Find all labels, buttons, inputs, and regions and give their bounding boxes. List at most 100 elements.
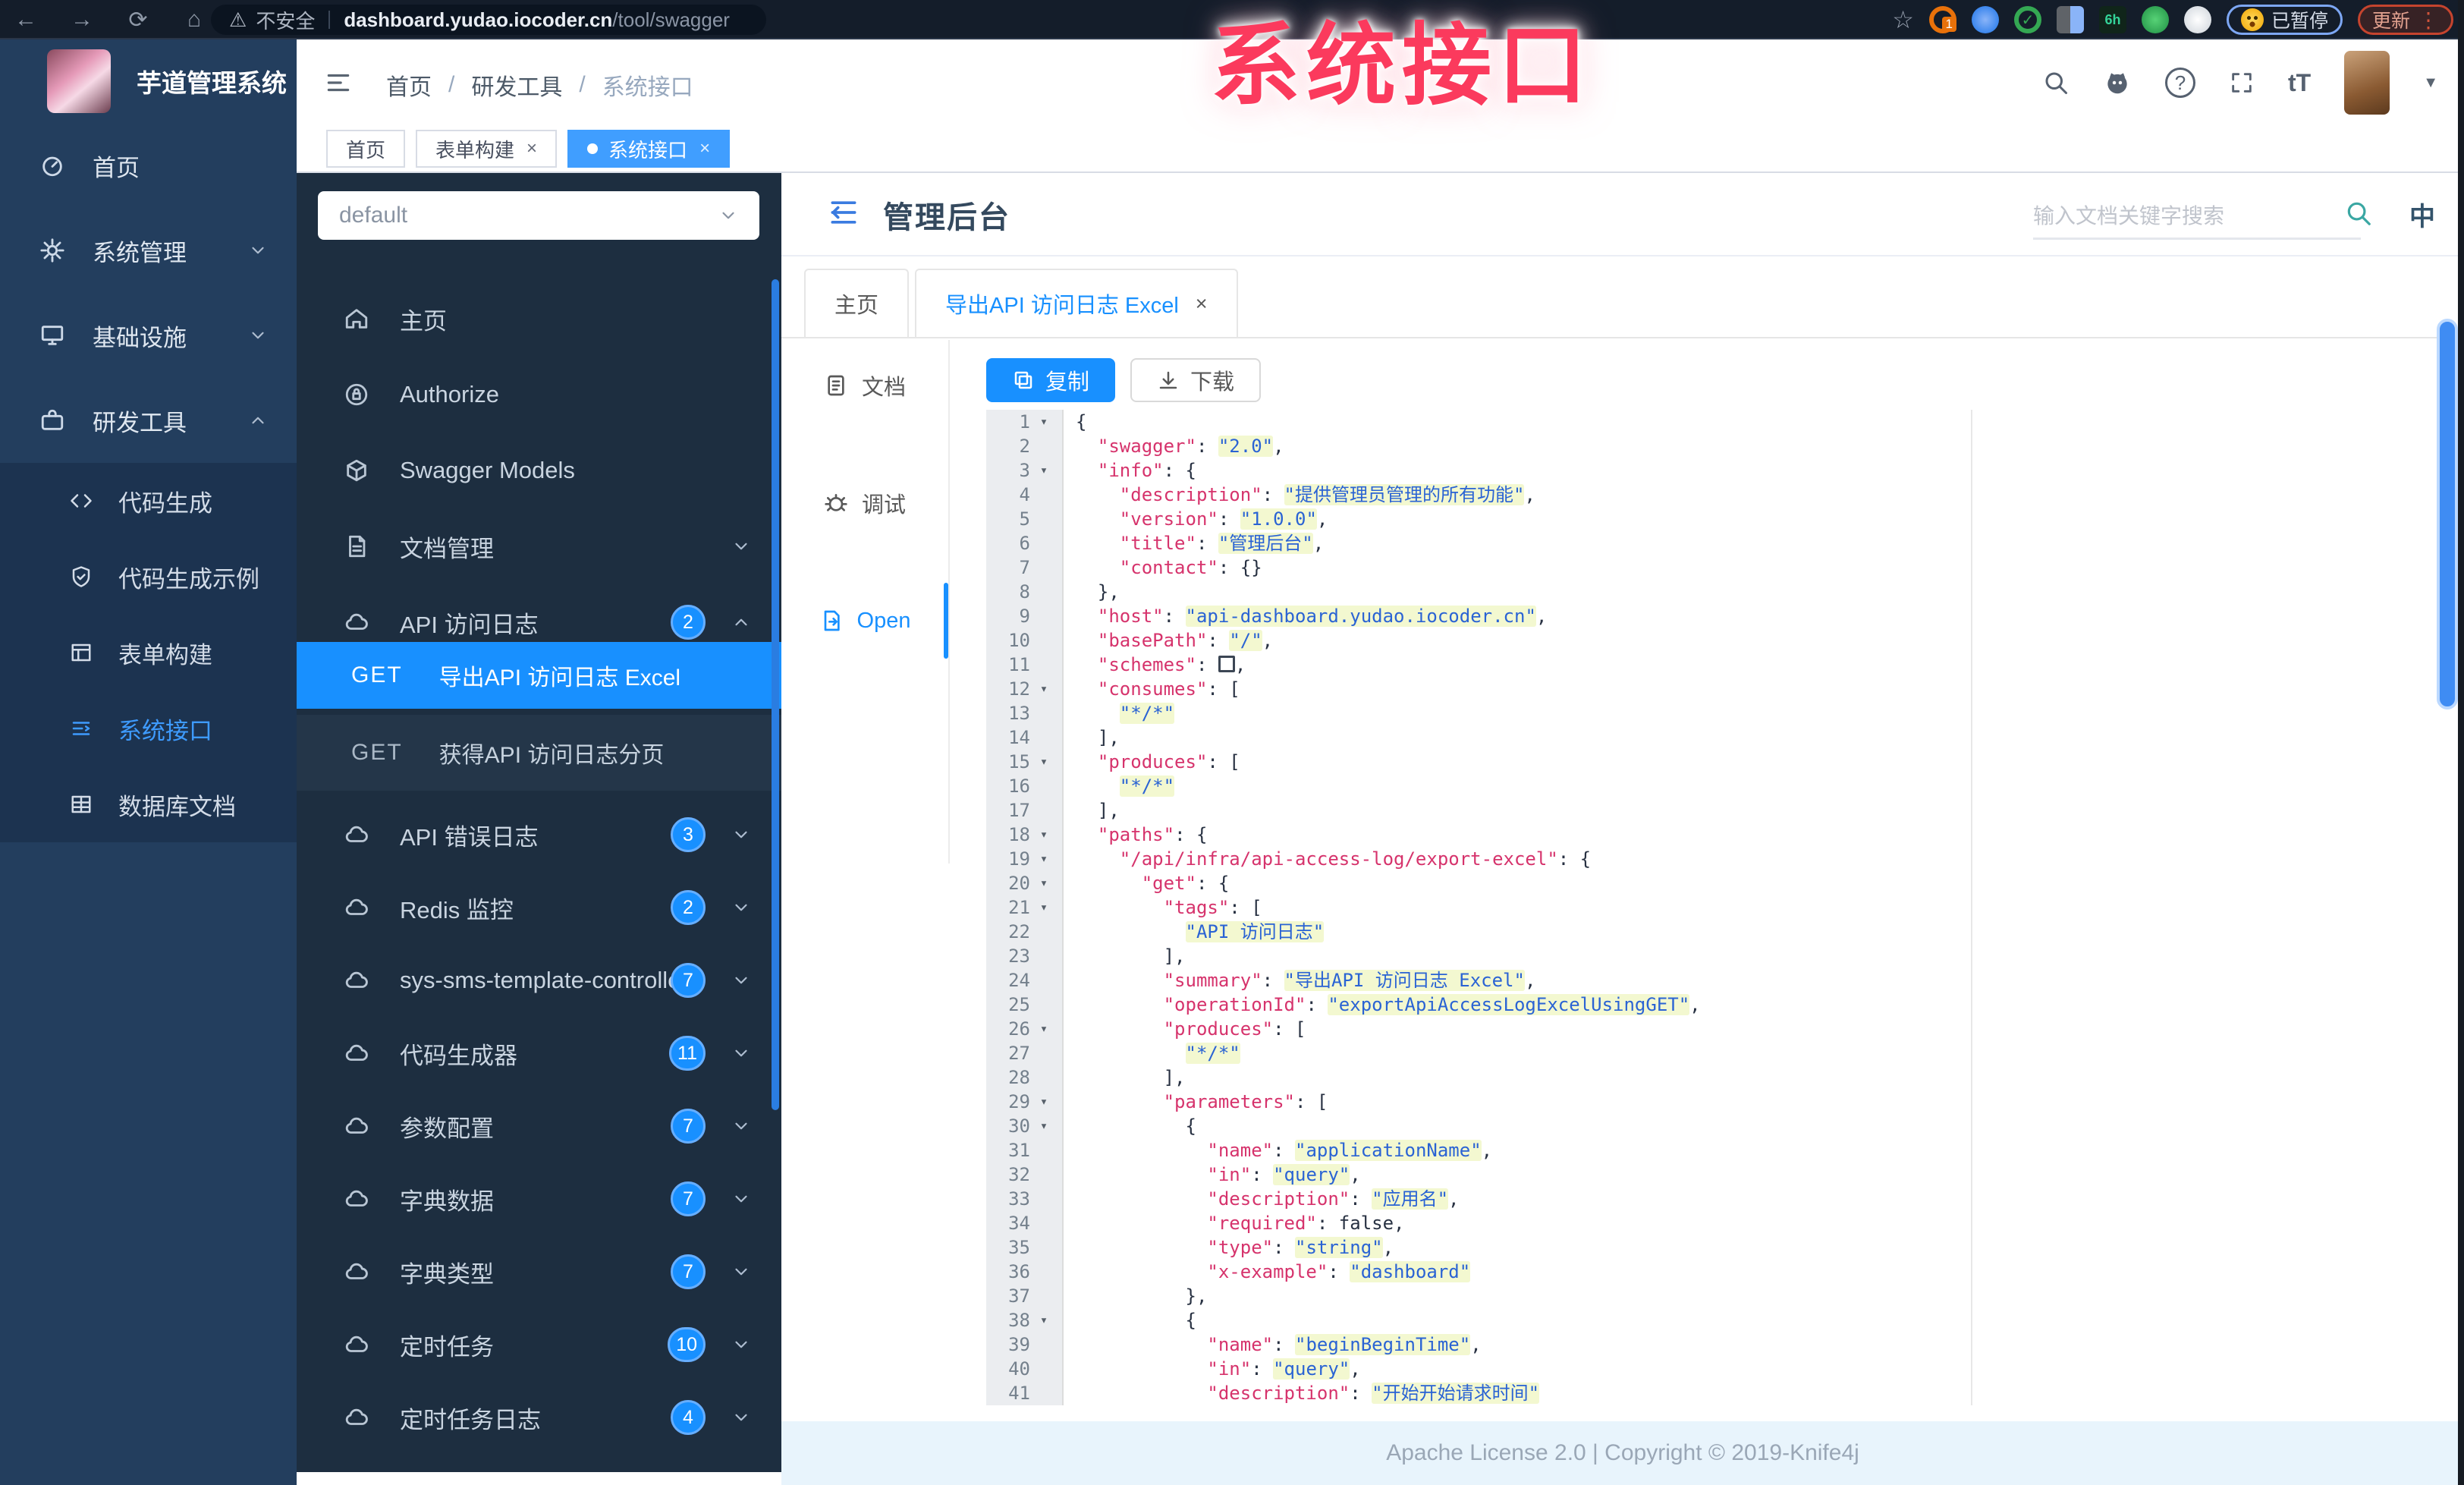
- fold-icon[interactable]: ▾: [1030, 463, 1058, 478]
- bookmark-star-icon[interactable]: ☆: [1892, 5, 1914, 34]
- close-icon[interactable]: ×: [526, 138, 537, 159]
- sidebar-item-label: 系统管理: [93, 239, 187, 266]
- doc-title-icon[interactable]: [827, 196, 860, 229]
- search-icon[interactable]: [2042, 69, 2070, 96]
- ext-grid-icon[interactable]: [2056, 6, 2084, 33]
- fold-icon[interactable]: ▾: [1030, 900, 1058, 915]
- sidebar-subitem-4[interactable]: 数据库文档: [0, 766, 297, 842]
- sidebar-subitem-3[interactable]: 系统接口: [0, 691, 297, 766]
- user-avatar[interactable]: [2344, 51, 2390, 115]
- group-select[interactable]: default: [318, 191, 759, 240]
- sidebar-scrollbar[interactable]: [772, 279, 779, 1110]
- gutter-line: 29 ▾: [986, 1090, 1062, 1114]
- fold-icon[interactable]: ▾: [1030, 827, 1058, 842]
- view-tab-0[interactable]: 首页: [326, 130, 406, 168]
- gutter-line: 39: [986, 1332, 1062, 1357]
- update-pill[interactable]: 更新 ⋮: [2357, 5, 2453, 35]
- operation-item-1[interactable]: GET 获得API 访问日志分页: [297, 715, 781, 791]
- copy-button[interactable]: 复制: [986, 358, 1115, 402]
- doc-tab-1[interactable]: 导出API 访问日志 Excel ×: [915, 269, 1238, 337]
- fold-icon[interactable]: ▾: [1030, 414, 1058, 429]
- menu-dots-icon[interactable]: ⋮: [2418, 8, 2439, 33]
- dashboard-icon: [35, 153, 70, 178]
- line-number: 3: [1019, 460, 1030, 481]
- font-size-icon[interactable]: tT: [2288, 69, 2311, 97]
- close-icon[interactable]: ×: [1196, 292, 1208, 316]
- github-icon[interactable]: [2103, 68, 2132, 97]
- help-icon[interactable]: ?: [2165, 68, 2195, 98]
- swagger-group-7[interactable]: 定时任务 10: [297, 1308, 781, 1381]
- code-token: : [: [1207, 751, 1240, 772]
- doc-tab-0[interactable]: 主页: [804, 269, 910, 337]
- fold-icon[interactable]: ▾: [1030, 851, 1058, 867]
- cloud-icon: [339, 1259, 374, 1285]
- swagger-group-9[interactable]: 岗位6: [297, 1454, 781, 1472]
- doc-nav-open[interactable]: Open: [781, 575, 948, 666]
- code-token: "in": [1207, 1358, 1252, 1380]
- close-icon[interactable]: ×: [699, 138, 710, 159]
- search-icon[interactable]: [2344, 199, 2373, 228]
- ext-6h-icon[interactable]: 6h: [2098, 6, 2126, 33]
- fullscreen-icon[interactable]: [2229, 70, 2255, 96]
- ext-orange-icon[interactable]: 1: [1928, 6, 1956, 33]
- line-number: 11: [1008, 654, 1030, 675]
- back-icon[interactable]: ←: [11, 7, 41, 33]
- fold-icon[interactable]: ▾: [1030, 754, 1058, 769]
- ext-green-icon[interactable]: [2141, 6, 2169, 33]
- swagger-group-8[interactable]: 定时任务日志 4: [297, 1381, 781, 1454]
- swagger-menu-item-0[interactable]: 主页: [297, 281, 781, 357]
- paused-pill[interactable]: 已暂停: [2226, 5, 2343, 35]
- page-scrollbar-thumb[interactable]: [2437, 319, 2458, 709]
- breadcrumb-tools[interactable]: 研发工具: [471, 68, 562, 102]
- operation-item-0[interactable]: GET 导出API 访问日志 Excel: [297, 642, 781, 709]
- ext-ghost-icon[interactable]: [2183, 6, 2211, 33]
- ext-check-icon[interactable]: ✓: [2013, 6, 2041, 33]
- code-editor[interactable]: 1 ▾ 2 3 ▾ 4 5 6 7 8 9 10 11 12 ▾ 13 14 15 ▾ 16 17 18 ▾ 19 ▾ 20 ▾ 21…: [986, 410, 1972, 1405]
- code-token: ,: [1262, 630, 1274, 651]
- swagger-group-6[interactable]: 字典类型 7: [297, 1235, 781, 1308]
- swagger-menu-item-3[interactable]: 文档管理: [297, 508, 781, 584]
- language-toggle[interactable]: 中: [2409, 196, 2435, 233]
- forward-icon[interactable]: →: [67, 7, 97, 33]
- fold-icon[interactable]: ▾: [1030, 1021, 1058, 1037]
- doc-nav-调试[interactable]: 调试: [781, 458, 948, 549]
- swagger-group-1[interactable]: Redis 监控 2: [297, 871, 781, 944]
- app-logo-row[interactable]: 芋道管理系统: [0, 39, 297, 123]
- doc-search-input[interactable]: 输入文档关键字搜索: [2033, 191, 2361, 240]
- address-bar[interactable]: ⚠ 不安全 dashboard.yudao.iocoder.cn /tool/s…: [211, 5, 766, 35]
- sidebar-subitem-2[interactable]: 表单构建: [0, 615, 297, 691]
- swagger-group-3[interactable]: 代码生成器 11: [297, 1017, 781, 1090]
- view-tab-1[interactable]: 表单构建 ×: [416, 130, 558, 168]
- swagger-group-4[interactable]: 参数配置 7: [297, 1090, 781, 1163]
- doc-nav-文档[interactable]: 文档: [781, 340, 948, 431]
- fold-icon[interactable]: ▾: [1030, 1313, 1058, 1328]
- gutter-line: 9: [986, 604, 1062, 628]
- ext-drop-icon[interactable]: [1971, 6, 1999, 33]
- fold-icon[interactable]: ▾: [1030, 1094, 1058, 1109]
- sidebar-item-2[interactable]: 基础设施: [0, 293, 297, 378]
- download-button[interactable]: 下载: [1130, 358, 1261, 402]
- breadcrumb-home[interactable]: 首页: [386, 68, 432, 102]
- sidebar-item-3[interactable]: 研发工具: [0, 378, 297, 463]
- fold-icon[interactable]: ▾: [1030, 1118, 1058, 1134]
- code-token: "应用名": [1372, 1188, 1449, 1210]
- swagger-menu-item-2[interactable]: Swagger Models: [297, 433, 781, 508]
- swagger-group-2[interactable]: sys-sms-template-controller 7: [297, 944, 781, 1017]
- fold-icon[interactable]: ▾: [1030, 876, 1058, 891]
- swagger-group-0[interactable]: API 错误日志 3: [297, 798, 781, 871]
- hamburger-icon[interactable]: [324, 68, 353, 97]
- swagger-menu-item-1[interactable]: Authorize: [297, 357, 781, 433]
- sidebar-item-0[interactable]: 首页: [0, 123, 297, 208]
- sidebar-subitem-0[interactable]: 代码生成: [0, 463, 297, 539]
- view-tab-2[interactable]: 系统接口 ×: [567, 130, 731, 168]
- sidebar-item-1[interactable]: 系统管理: [0, 208, 297, 293]
- chevron-down-icon[interactable]: ▼: [2423, 74, 2438, 92]
- fold-icon[interactable]: ▾: [1030, 681, 1058, 697]
- code-token: "string": [1295, 1237, 1383, 1258]
- home-icon[interactable]: ⌂: [179, 7, 209, 33]
- swagger-group-5[interactable]: 字典数据 7: [297, 1163, 781, 1235]
- sidebar-subitem-1[interactable]: 代码生成示例: [0, 539, 297, 615]
- reload-icon[interactable]: ⟳: [123, 7, 153, 33]
